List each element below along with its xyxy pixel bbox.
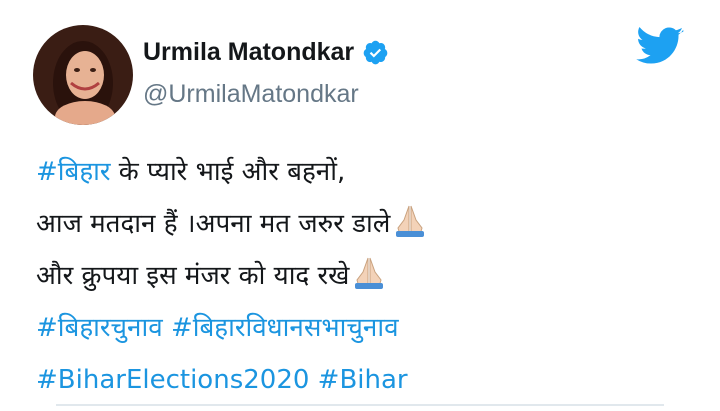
author-avatar[interactable] (33, 25, 133, 125)
tweet-hashtags-1: #बिहारचुनाव #बिहारविधानसभाचुनाव (36, 302, 696, 354)
folded-hands-icon (392, 202, 428, 238)
tweet-line-text: आज मतदान हैं ।अपना मत जरुर डाले (36, 209, 391, 239)
author-name-row[interactable]: Urmila Matondkar (143, 36, 389, 68)
verified-badge-icon (362, 39, 389, 66)
tweet-text: #बिहार के प्यारे भाई और बहनों, आज मतदान … (36, 146, 696, 406)
hashtag-link[interactable]: #BiharElections2020 (36, 365, 309, 395)
tweet-line-text: के प्यारे भाई और बहनों, (110, 157, 346, 187)
folded-hands-icon (351, 254, 387, 290)
hashtag-link[interactable]: #Bihar (318, 365, 408, 395)
twitter-bird-icon[interactable] (636, 27, 684, 67)
author-name[interactable]: Urmila Matondkar (143, 38, 354, 67)
hashtag-link[interactable]: #बिहारचुनाव (36, 313, 163, 343)
tweet-line-text: और क्रुपया इस मंजर को याद रखे (36, 261, 350, 291)
author-handle[interactable]: @UrmilaMatondkar (143, 80, 359, 109)
tweet-hashtags-2: #BiharElections2020 #Bihar (36, 354, 696, 406)
tweet-line-3: और क्रुपया इस मंजर को याद रखे (36, 250, 696, 302)
divider (56, 404, 664, 406)
tweet-line-1: #बिहार के प्यारे भाई और बहनों, (36, 146, 696, 198)
hashtag-link[interactable]: #बिहार (36, 157, 111, 187)
hashtag-link[interactable]: #बिहारविधानसभाचुनाव (171, 313, 399, 343)
tweet-line-2: आज मतदान हैं ।अपना मत जरुर डाले (36, 198, 696, 250)
